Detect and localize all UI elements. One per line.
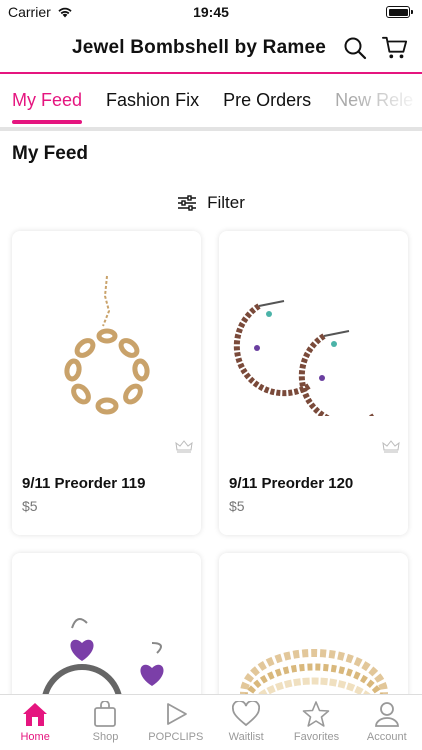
- carrier-group: Carrier: [8, 4, 73, 20]
- section-title: My Feed: [12, 143, 89, 164]
- tab-pre-orders[interactable]: Pre Orders: [223, 74, 311, 127]
- bottom-tab-bar: Home Shop POPCLIPS Waitlist Favorites Ac…: [0, 694, 422, 750]
- tabbar-account-label: Account: [366, 731, 407, 743]
- tabbar-favorites-label: Favorites: [293, 731, 340, 743]
- wifi-icon: [58, 7, 72, 18]
- product-price: $5: [229, 498, 245, 514]
- product-name: 9/11 Preorder 120: [229, 475, 354, 492]
- carrier-label: Carrier: [8, 4, 51, 20]
- product-card[interactable]: 9/11 Preorder 120 $5: [219, 231, 408, 535]
- cart-icon[interactable]: [382, 35, 408, 61]
- tabbar-waitlist[interactable]: Waitlist: [211, 695, 281, 750]
- product-price: $5: [22, 498, 38, 514]
- category-tabs: My Feed Fashion Fix Pre Orders New Rele: [0, 72, 422, 127]
- tabbar-account[interactable]: Account: [352, 695, 422, 750]
- product-image-stretch-bracelets: [219, 553, 408, 703]
- home-icon: [23, 703, 48, 726]
- status-bar: Carrier 19:45: [0, 0, 422, 24]
- play-icon: [166, 703, 187, 725]
- tabs-fade-overlay: [352, 74, 422, 127]
- tabbar-home[interactable]: Home: [0, 695, 70, 750]
- tab-fashion-fix[interactable]: Fashion Fix: [106, 74, 199, 127]
- crown-icon: [175, 440, 193, 453]
- product-card[interactable]: [12, 553, 201, 703]
- tabbar-home-label: Home: [20, 731, 50, 743]
- product-image-heart-earrings: [12, 553, 201, 703]
- search-icon[interactable]: [342, 35, 368, 61]
- tabbar-shop-label: Shop: [92, 731, 119, 743]
- tabbar-favorites[interactable]: Favorites: [281, 695, 351, 750]
- star-icon: [303, 701, 330, 727]
- filter-button[interactable]: Filter: [0, 175, 422, 231]
- battery-icon: [386, 6, 413, 18]
- product-image-hoop-earrings: [219, 231, 408, 461]
- tabbar-shop[interactable]: Shop: [70, 695, 140, 750]
- product-image-bracelet: [12, 231, 201, 461]
- person-icon: [374, 702, 399, 727]
- app-header: Jewel Bombshell by Ramee: [0, 24, 422, 72]
- sliders-icon: [178, 195, 197, 211]
- crown-icon: [382, 440, 400, 453]
- tab-my-feed[interactable]: My Feed: [12, 74, 83, 127]
- filter-label: Filter: [207, 193, 245, 212]
- tabbar-waitlist-label: Waitlist: [228, 731, 264, 743]
- tabbar-popclips[interactable]: POPCLIPS: [141, 695, 211, 750]
- tabbar-popclips-label: POPCLIPS: [148, 731, 204, 743]
- store-title: Jewel Bombshell by Ramee: [71, 37, 326, 58]
- bag-icon: [94, 701, 117, 727]
- product-card[interactable]: 9/11 Preorder 119 $5: [12, 231, 201, 535]
- product-grid: 9/11 Preorder 119 $5 9/11 Preorder 120 $…: [0, 231, 422, 703]
- heart-icon: [232, 701, 261, 727]
- product-card[interactable]: [219, 553, 408, 703]
- product-name: 9/11 Preorder 119: [22, 475, 146, 492]
